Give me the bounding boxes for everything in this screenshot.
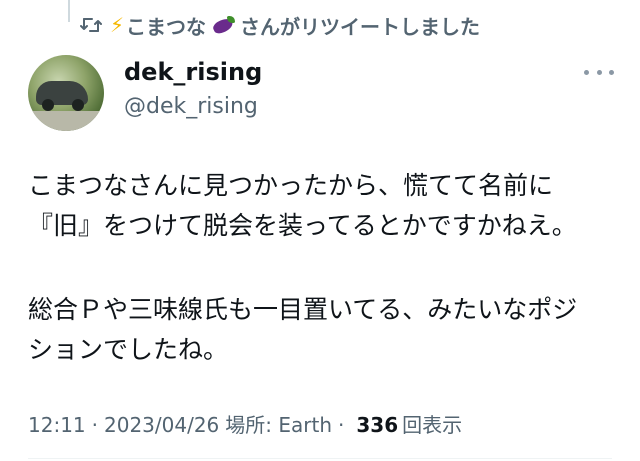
views-label: 回表示 bbox=[402, 413, 463, 437]
avatar[interactable] bbox=[28, 55, 104, 131]
tweet-line: 総合Ｐや三味線氏も一目置いてる、みたいなポジ bbox=[28, 295, 578, 324]
author-handle[interactable]: @dek_rising bbox=[124, 94, 258, 119]
tweet-metadata: 12:11 · 2023/04/26 場所: Earth · 336 回表示 bbox=[28, 409, 462, 438]
more-options-icon[interactable] bbox=[584, 62, 614, 82]
retweet-icon bbox=[80, 16, 102, 34]
separator: · bbox=[338, 413, 345, 437]
tweet-line: ションでしたね。 bbox=[28, 335, 229, 364]
tweet-location: 場所: Earth bbox=[225, 413, 333, 437]
views-count[interactable]: 336 bbox=[356, 413, 398, 437]
tweet-time[interactable]: 12:11 bbox=[28, 413, 86, 437]
retweeter-name: こまつな bbox=[126, 14, 207, 39]
lightning-icon: ⚡ bbox=[110, 13, 125, 37]
tweet-date[interactable]: 2023/04/26 bbox=[104, 413, 219, 437]
tweet-body: こまつなさんに見つかったから、慌てて名前に 『旧』をつけて脱会を装ってるとかです… bbox=[28, 166, 628, 370]
retweet-context[interactable]: ⚡ こまつな さんがリツイートしました bbox=[80, 10, 480, 40]
author-display-name[interactable]: dek_rising bbox=[124, 58, 262, 86]
retweet-suffix: さんがリツイートしました bbox=[240, 14, 481, 39]
retweet-label: ⚡ こまつな さんがリツイートしました bbox=[110, 11, 480, 40]
separator: · bbox=[91, 413, 98, 437]
thread-connector-line bbox=[68, 0, 70, 22]
eggplant-icon bbox=[210, 15, 236, 36]
tweet-line: 『旧』をつけて脱会を装ってるとかですかねえ。 bbox=[28, 211, 577, 240]
tweet-line: こまつなさんに見つかったから、慌てて名前に bbox=[28, 171, 554, 200]
divider bbox=[28, 458, 612, 459]
